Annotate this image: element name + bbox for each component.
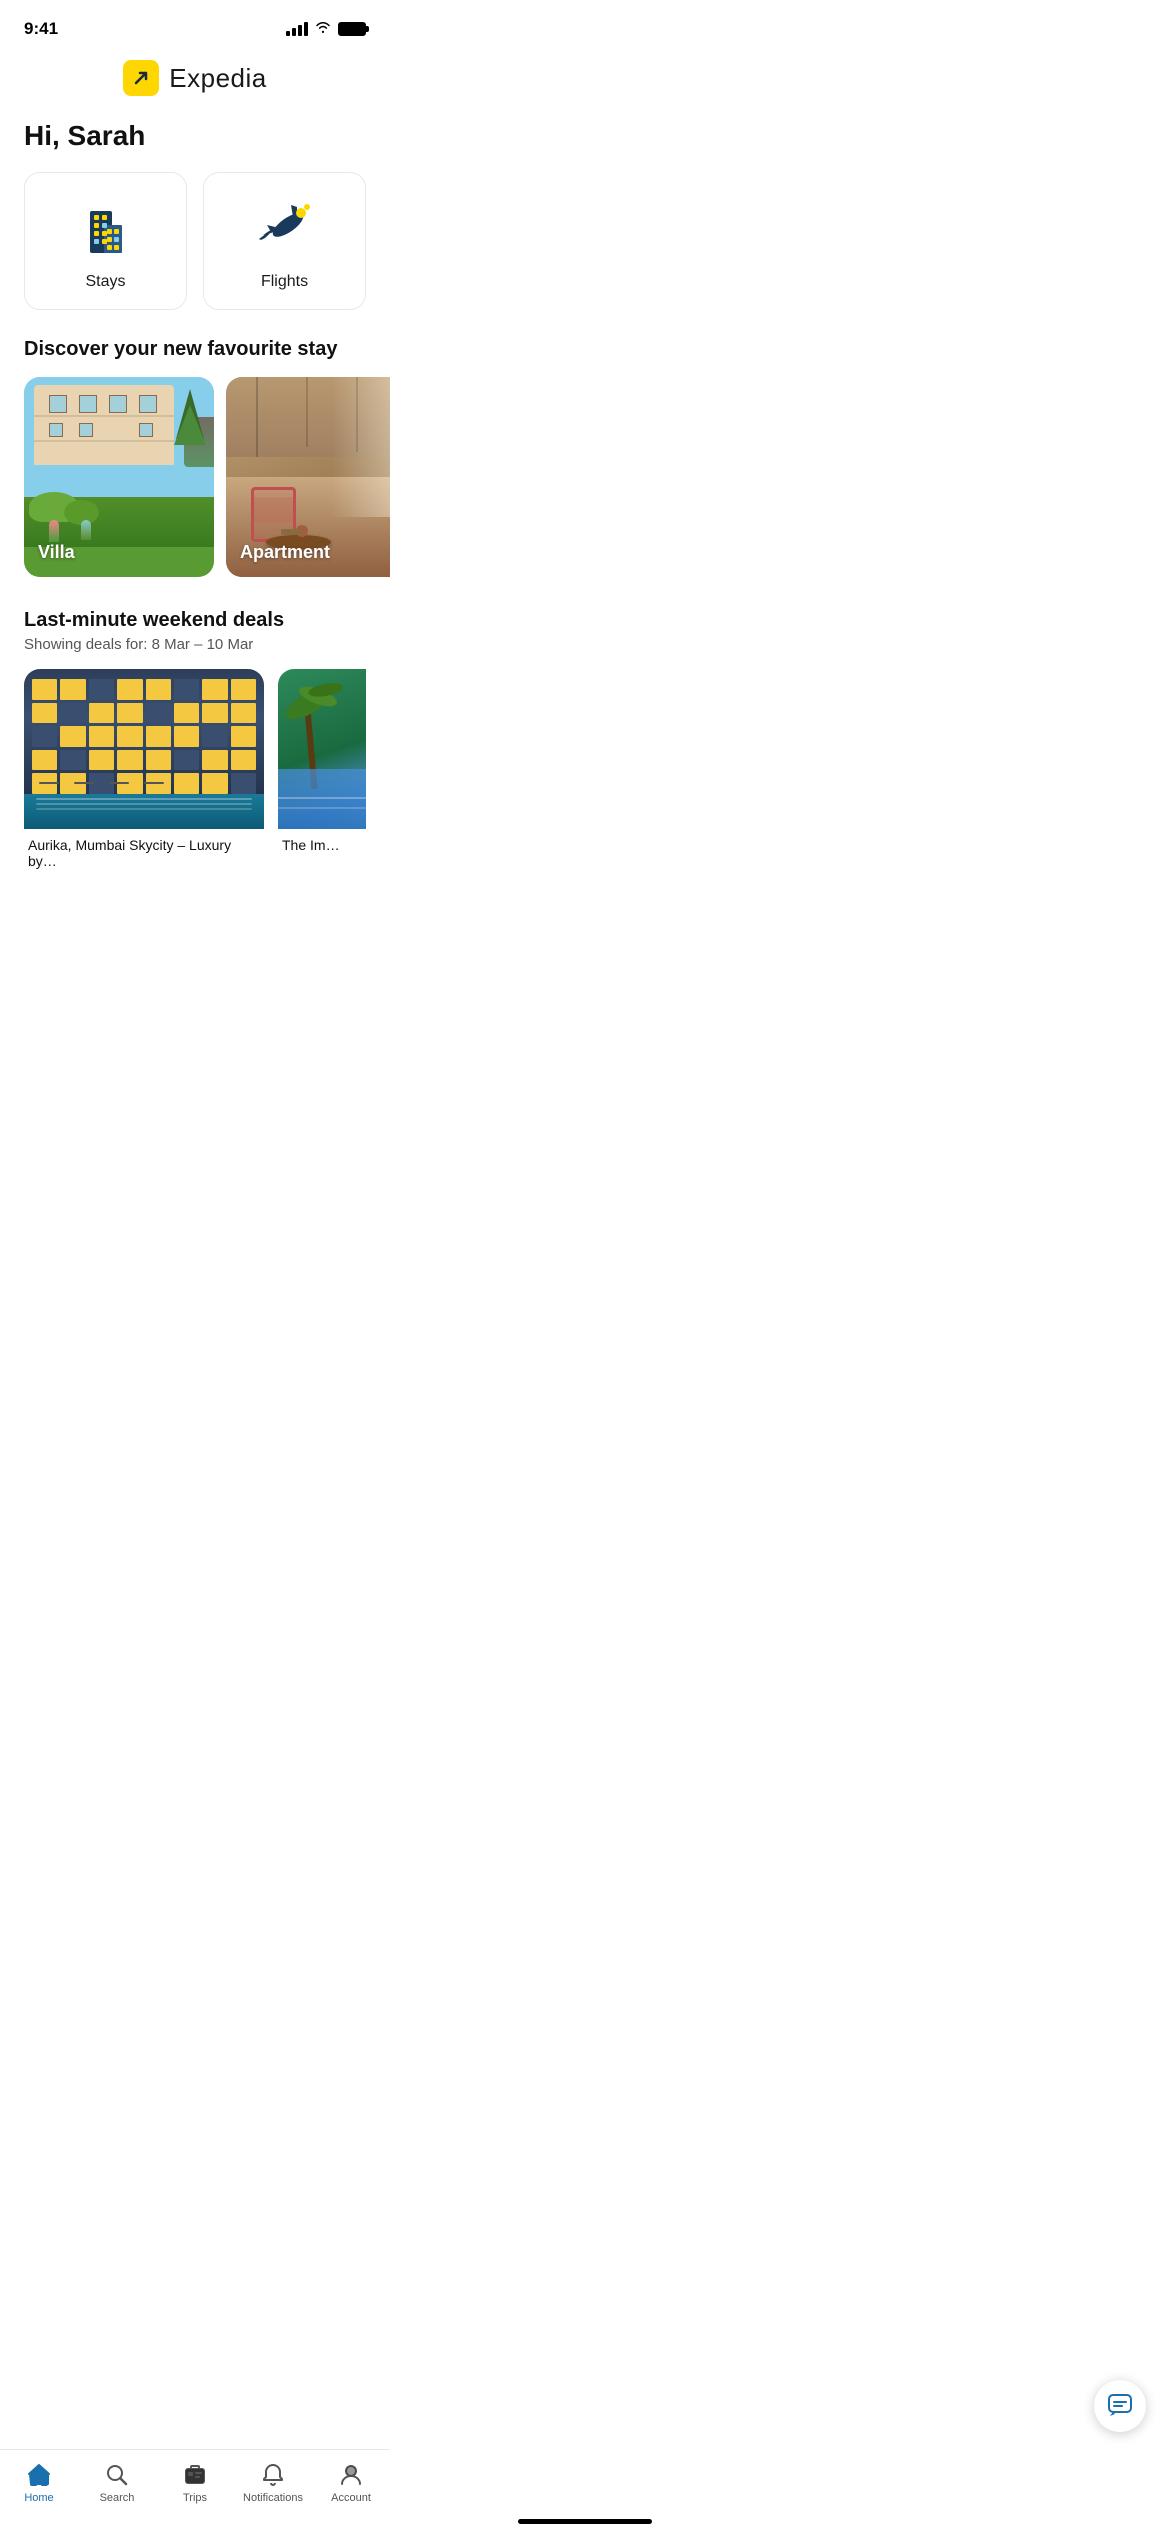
home-indicator: [518, 2519, 652, 2524]
stays-icon: [74, 197, 138, 261]
status-bar: 9:41: [0, 0, 390, 50]
nav-home[interactable]: Home: [0, 2462, 78, 2504]
chat-button[interactable]: [1094, 2380, 1146, 2432]
deal-card-1-image: [24, 669, 264, 829]
trips-label: Trips: [183, 2492, 207, 2504]
greeting-text: Hi, Sarah: [0, 112, 390, 172]
flights-label: Flights: [261, 273, 308, 291]
app-name: Expedia: [169, 63, 266, 94]
nav-trips[interactable]: Trips: [156, 2462, 234, 2504]
wifi-icon: [314, 20, 332, 39]
deals-scroll: Aurika, Mumbai Skycity – Luxury by…: [24, 669, 366, 873]
signal-icon: [286, 22, 308, 36]
status-time: 9:41: [24, 19, 58, 39]
deals-title: Last-minute weekend deals: [24, 609, 366, 632]
deal-card-2-name: The Im…: [278, 829, 366, 857]
flights-icon: [253, 197, 317, 261]
apartment-card[interactable]: Apartment: [226, 377, 390, 577]
discover-title: Discover your new favourite stay: [0, 338, 390, 377]
home-icon: [26, 2462, 52, 2488]
search-label: Search: [100, 2492, 135, 2504]
trips-icon: [182, 2462, 208, 2488]
flights-card[interactable]: Flights: [203, 172, 366, 310]
deal-card-1[interactable]: Aurika, Mumbai Skycity – Luxury by…: [24, 669, 264, 873]
notifications-icon: [260, 2462, 286, 2488]
apartment-label: Apartment: [240, 542, 330, 563]
notifications-label: Notifications: [243, 2492, 303, 2504]
search-icon: [104, 2462, 130, 2488]
home-label: Home: [24, 2492, 53, 2504]
bottom-nav: Home Search Trips: [0, 2449, 390, 2532]
account-icon: [338, 2462, 364, 2488]
nav-search[interactable]: Search: [78, 2462, 156, 2504]
nav-notifications[interactable]: Notifications: [234, 2462, 312, 2504]
property-type-scroll: Villa: [0, 377, 390, 609]
deal-card-2[interactable]: The Im…: [278, 669, 366, 873]
deals-section: Last-minute weekend deals Showing deals …: [0, 609, 390, 889]
status-icons: [286, 20, 366, 39]
battery-icon: [338, 22, 366, 36]
account-label: Account: [331, 2492, 371, 2504]
nav-account[interactable]: Account: [312, 2462, 390, 2504]
villa-card[interactable]: Villa: [24, 377, 214, 577]
deals-subtitle: Showing deals for: 8 Mar – 10 Mar: [24, 636, 366, 653]
stays-card[interactable]: Stays: [24, 172, 187, 310]
stays-label: Stays: [85, 273, 125, 291]
deal-card-2-image: [278, 669, 366, 829]
villa-label: Villa: [38, 542, 75, 563]
category-cards: Stays Flights: [0, 172, 390, 338]
expedia-logo: [123, 60, 159, 96]
deal-card-1-name: Aurika, Mumbai Skycity – Luxury by…: [24, 829, 264, 873]
app-header: Expedia: [0, 50, 390, 112]
